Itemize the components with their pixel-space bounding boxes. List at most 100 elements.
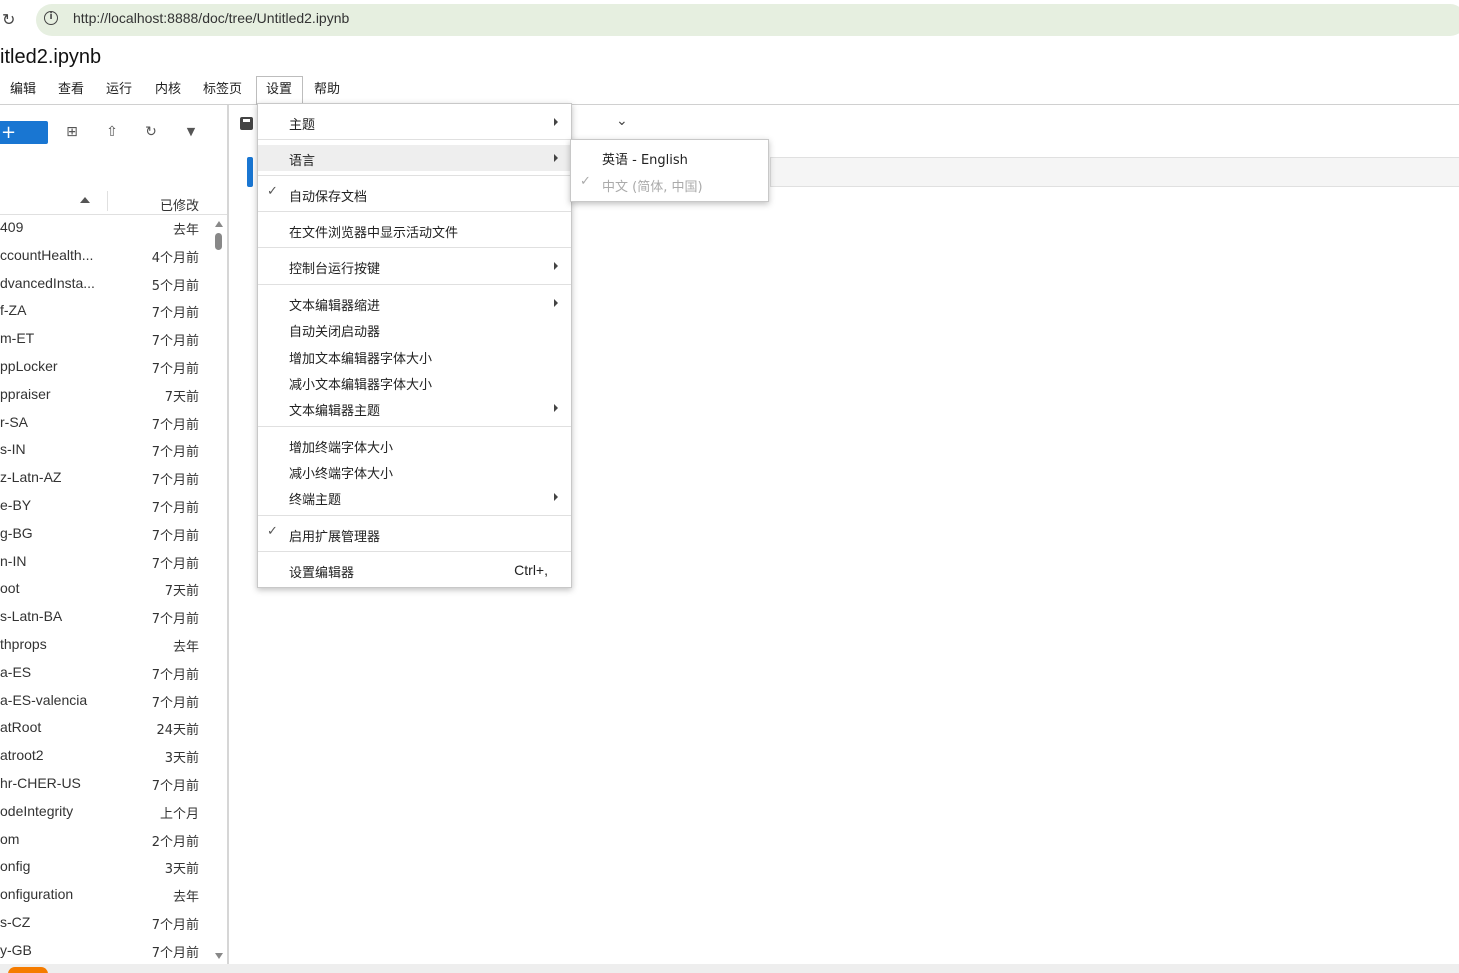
menu-item-decrease-editor-font[interactable]: 减小文本编辑器字体大小 — [258, 369, 571, 395]
file-row[interactable]: thprops 去年 — [0, 632, 212, 660]
file-row[interactable]: ppLocker 7个月前 — [0, 354, 212, 382]
save-icon[interactable] — [240, 117, 253, 130]
file-row[interactable]: odeIntegrity 上个月 — [0, 799, 212, 827]
file-row[interactable]: z-Latn-AZ 7个月前 — [0, 465, 212, 493]
file-modified: 7天前 — [164, 389, 199, 405]
file-row[interactable]: s-Latn-BA 7个月前 — [0, 604, 212, 632]
file-modified: 7个月前 — [151, 417, 199, 433]
file-row[interactable]: oot 7天前 — [0, 576, 212, 604]
menu-edit[interactable]: 编辑 — [5, 76, 41, 104]
file-modified: 7个月前 — [151, 667, 199, 683]
file-row[interactable]: m-ET 7个月前 — [0, 326, 212, 354]
menu-separator — [258, 139, 571, 140]
scroll-up-icon[interactable] — [215, 221, 223, 227]
file-row[interactable]: ppraiser 7天前 — [0, 382, 212, 410]
menu-tabs[interactable]: 标签页 — [198, 76, 247, 104]
sort-ascending-icon[interactable] — [80, 197, 90, 203]
menu-settings[interactable]: 设置 — [256, 76, 303, 105]
file-modified: 7个月前 — [151, 334, 199, 350]
modified-column-header[interactable]: 已修改 — [160, 195, 199, 214]
file-name: atRoot — [0, 719, 42, 736]
language-submenu: 英语 - English ✓ 中文 (简体, 中国) — [570, 139, 769, 202]
file-name: z-Latn-AZ — [0, 469, 62, 486]
menu-item-label: 在文件浏览器中显示活动文件 — [289, 226, 459, 241]
menu-item-decrease-terminal-font[interactable]: 减小终端字体大小 — [258, 458, 571, 484]
submenu-arrow-icon — [554, 262, 558, 270]
file-row[interactable]: hr-CHER-US 7个月前 — [0, 771, 212, 799]
file-row[interactable]: atRoot 24天前 — [0, 715, 212, 743]
file-row[interactable]: f-ZA 7个月前 — [0, 298, 212, 326]
menu-item-terminal-theme[interactable]: 终端主题 — [258, 484, 571, 510]
menu-item-show-active-file[interactable]: 在文件浏览器中显示活动文件 — [258, 217, 571, 243]
site-info-icon[interactable]: i — [44, 11, 58, 25]
file-row[interactable]: ccountHealth... 4个月前 — [0, 243, 212, 271]
file-modified: 去年 — [172, 890, 199, 906]
checkmark-icon: ✓ — [267, 184, 278, 199]
filter-icon[interactable]: ▼ — [183, 124, 199, 140]
cell-input[interactable] — [770, 157, 1459, 187]
file-modified: 7个月前 — [151, 306, 199, 322]
status-bar — [0, 964, 1459, 973]
file-row[interactable]: onfiguration 去年 — [0, 882, 212, 910]
new-launcher-button[interactable]: + — [0, 121, 48, 144]
menu-item-settings-editor[interactable]: 设置编辑器 Ctrl+, — [258, 557, 571, 583]
file-modified: 7个月前 — [151, 778, 199, 794]
file-row[interactable]: y-GB 7个月前 — [0, 938, 212, 966]
menu-view[interactable]: 查看 — [53, 76, 89, 104]
menu-item-editor-theme[interactable]: 文本编辑器主题 — [258, 395, 571, 421]
checkmark-icon: ✓ — [580, 174, 591, 189]
file-row[interactable]: onfig 3天前 — [0, 854, 212, 882]
file-modified: 上个月 — [159, 806, 199, 822]
file-name: m-ET — [0, 330, 35, 347]
file-row[interactable]: s-CZ 7个月前 — [0, 910, 212, 938]
menu-item-label: 启用扩展管理器 — [289, 530, 381, 545]
settings-dropdown-menu: 主题 语言 ✓ 自动保存文档 在文件浏览器中显示活动文件 控制台运行按键 文本编… — [257, 103, 572, 588]
file-row[interactable]: atroot2 3天前 — [0, 743, 212, 771]
menu-item-theme[interactable]: 主题 — [258, 109, 571, 135]
scroll-thumb[interactable] — [215, 233, 222, 250]
file-row[interactable]: dvancedInsta... 5个月前 — [0, 271, 212, 299]
scroll-down-icon[interactable] — [215, 953, 223, 959]
url-text[interactable]: http://localhost:8888/doc/tree/Untitled2… — [73, 10, 349, 26]
menu-kernel[interactable]: 内核 — [150, 76, 186, 104]
file-modified: 3天前 — [164, 751, 199, 767]
menu-item-extension-manager[interactable]: ✓ 启用扩展管理器 — [258, 521, 571, 547]
file-name: a-ES-valencia — [0, 691, 88, 708]
file-name: oot — [0, 580, 20, 597]
file-modified: 7个月前 — [151, 945, 199, 961]
menu-item-label: 英语 - English — [602, 153, 688, 168]
file-row[interactable]: a-ES 7个月前 — [0, 660, 212, 688]
file-row[interactable]: e-BY 7个月前 — [0, 493, 212, 521]
menu-item-label: 设置编辑器 — [289, 566, 355, 581]
file-row[interactable]: om 2个月前 — [0, 827, 212, 855]
new-folder-icon[interactable]: ⊞ — [64, 124, 80, 140]
menu-item-editor-indent[interactable]: 文本编辑器缩进 — [258, 290, 571, 316]
menu-help[interactable]: 帮助 — [309, 76, 345, 104]
file-row[interactable]: r-SA 7个月前 — [0, 410, 212, 438]
column-separator[interactable] — [107, 191, 108, 211]
file-row[interactable]: a-ES-valencia 7个月前 — [0, 688, 212, 716]
chevron-down-icon[interactable]: ⌄ — [616, 113, 628, 129]
language-option-english[interactable]: 英语 - English — [571, 143, 768, 169]
upload-icon[interactable]: ⇧ — [104, 124, 120, 140]
menu-item-console-run-keys[interactable]: 控制台运行按键 — [258, 253, 571, 279]
file-row[interactable]: 409 去年 — [0, 215, 212, 243]
menu-item-autosave[interactable]: ✓ 自动保存文档 — [258, 181, 571, 207]
file-list-scrollbar[interactable] — [213, 215, 225, 967]
menu-item-auto-close[interactable]: 自动关闭启动器 — [258, 316, 571, 342]
menu-item-increase-terminal-font[interactable]: 增加终端字体大小 — [258, 432, 571, 458]
submenu-arrow-icon — [554, 118, 558, 126]
menu-run[interactable]: 运行 — [101, 76, 137, 104]
file-row[interactable]: s-IN 7个月前 — [0, 437, 212, 465]
file-name: f-ZA — [0, 302, 27, 319]
file-row[interactable]: g-BG 7个月前 — [0, 521, 212, 549]
menu-item-label: 中文 (简体, 中国) — [602, 180, 703, 195]
menu-item-language[interactable]: 语言 — [258, 145, 571, 171]
file-row[interactable]: n-IN 7个月前 — [0, 549, 212, 577]
menu-item-increase-editor-font[interactable]: 增加文本编辑器字体大小 — [258, 343, 571, 369]
reload-icon[interactable]: ↻ — [2, 10, 18, 30]
simple-mode-toggle[interactable] — [8, 967, 48, 973]
active-cell-marker — [247, 157, 253, 187]
refresh-icon[interactable]: ↻ — [143, 124, 159, 140]
submenu-arrow-icon — [554, 404, 558, 412]
